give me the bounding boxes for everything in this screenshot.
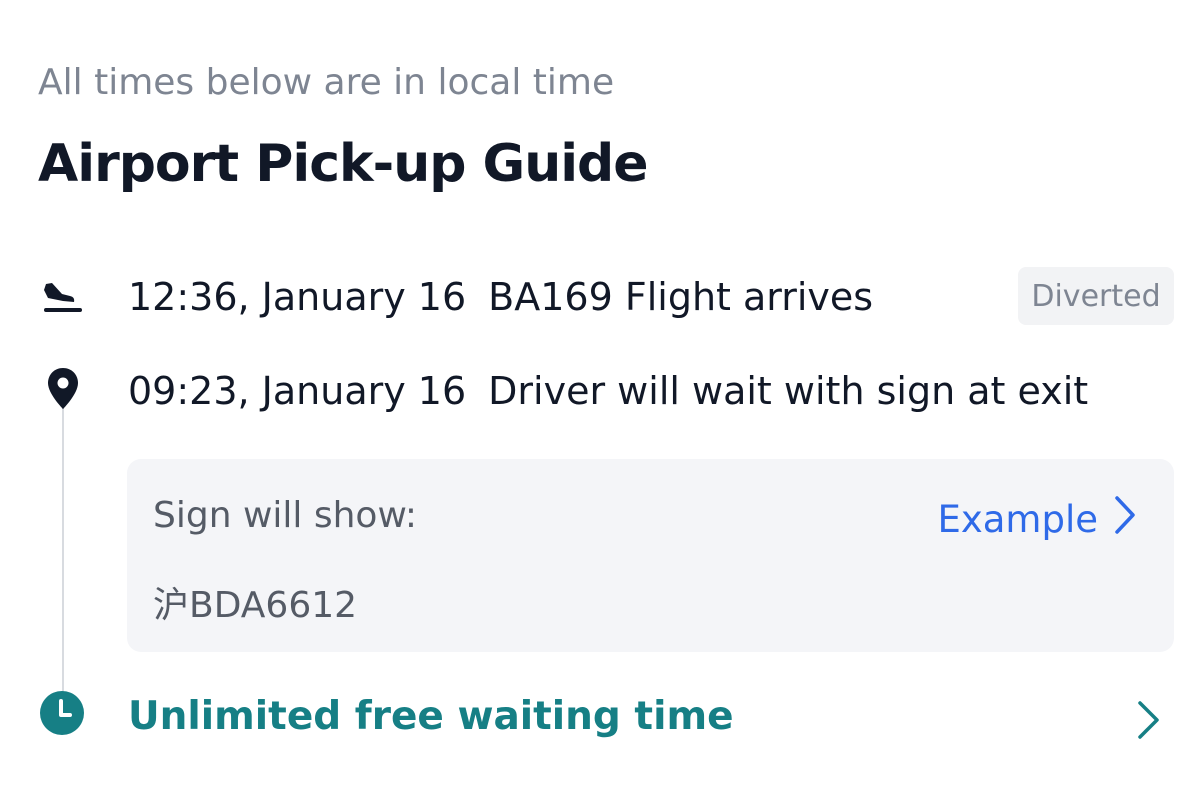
waiting-time-row[interactable]: Unlimited free waiting time — [0, 680, 1200, 756]
example-link[interactable]: Example — [937, 493, 1138, 546]
sign-card: Sign will show: Example 沪BDA6612 — [127, 459, 1174, 652]
driver-meeting-row: 09:23, January 16 Driver will wait with s… — [0, 358, 1200, 428]
page-subtitle: All times below are in local time — [38, 62, 615, 103]
timeline-connector — [62, 392, 64, 700]
status-badge: Diverted — [1018, 267, 1174, 325]
sign-label: Sign will show: — [153, 495, 418, 536]
chevron-right-icon — [1130, 698, 1168, 742]
page-title: Airport Pick-up Guide — [38, 134, 649, 194]
clock-icon — [37, 688, 87, 738]
flight-arrival-time: 12:36, January 16 — [128, 275, 467, 319]
location-pin-icon — [38, 364, 88, 414]
driver-meeting-label: Driver will wait with sign at exit — [488, 369, 1089, 413]
chevron-right-icon — [1112, 493, 1138, 546]
example-link-label: Example — [937, 498, 1098, 541]
waiting-time-label: Unlimited free waiting time — [128, 694, 734, 739]
flight-arrival-label: BA169 Flight arrives — [488, 275, 874, 319]
driver-meeting-time: 09:23, January 16 — [128, 369, 467, 413]
sign-value: 沪BDA6612 — [153, 585, 358, 626]
flight-arrival-icon — [38, 272, 88, 322]
